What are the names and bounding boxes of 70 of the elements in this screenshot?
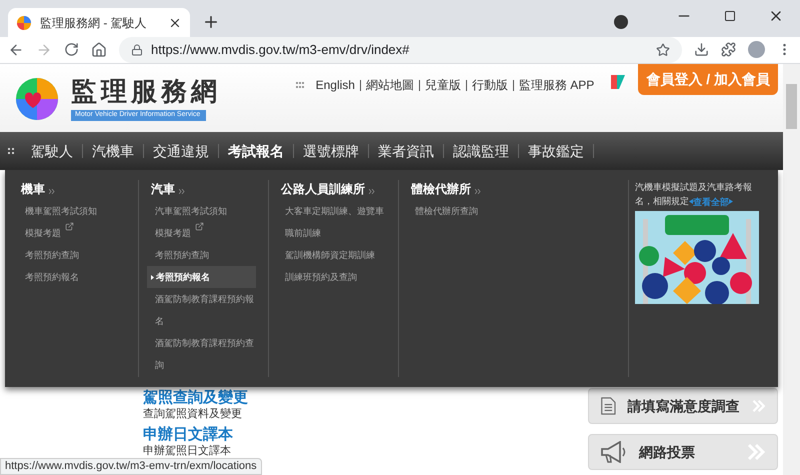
reload-icon[interactable] [64,42,79,57]
chevron-icon [151,275,154,280]
dots-icon [8,148,14,154]
menu-link[interactable]: 駕訓機構師資定期訓練 [281,244,386,266]
menu-link[interactable]: 考照預約報名 [21,266,126,288]
maximize-icon[interactable] [724,10,736,22]
nav-item[interactable]: 認識監理 [444,140,518,162]
new-tab-icon[interactable] [202,13,220,31]
nav-item[interactable]: 選號標牌 [294,140,368,162]
dots-icon [296,82,304,88]
extensions-icon[interactable] [721,42,736,57]
menu-link[interactable]: 考照預約報名 [147,266,256,288]
site-logo-icon [16,14,32,30]
top-link[interactable]: 行動版 [472,76,508,94]
logo-title: 監理服務網 [71,76,221,108]
menu-link[interactable]: 考照預約查詢 [21,244,126,266]
bookmark-icon[interactable] [656,42,670,56]
top-link[interactable]: 監理服務 APP [518,76,594,94]
right-triangle-icon [729,199,733,204]
menu-link[interactable]: 酒駕防制教育課程預約查詢 [151,332,256,376]
side-link-button[interactable]: 請填寫滿意度調查 [588,388,778,424]
nav-item[interactable]: 交通違規 [144,140,218,162]
left-triangle-icon [689,199,693,204]
megaphone-icon [601,441,627,463]
top-link[interactable]: English [316,76,355,94]
double-chevron-icon [475,189,481,194]
tab-title: 監理服務網 - 駕駛人 [40,14,148,32]
double-chevron-icon [179,189,185,194]
content-description: 查詢駕照資料及變更 [143,407,242,421]
external-link-icon [195,222,204,231]
menu-link[interactable]: 訓練班預約及查詢 [281,266,386,288]
scrollbar[interactable] [783,64,800,475]
nav-item[interactable]: 汽機車 [83,140,143,162]
content-heading[interactable]: 申辦日文譯本 [143,425,233,444]
side-link-button[interactable]: 網路投票 [588,434,778,470]
external-link-icon [65,222,74,231]
menu-link[interactable]: 模擬考題 [21,222,126,244]
menu-column-title[interactable]: 公路人員訓練所 [281,180,365,198]
double-chevron-icon [49,189,55,194]
content-description: 申辦駕照日文譯本 [143,444,231,458]
top-link[interactable]: 兒童版 [424,76,461,94]
menu-link[interactable]: 大客車定期訓練、遊覽車職前訓練 [281,200,386,244]
double-chevron-icon [752,397,765,415]
app-logo-icon[interactable] [610,74,626,90]
nav-item[interactable]: 事故鑑定 [519,140,593,162]
menu-link[interactable]: 酒駕防制教育課程預約報名 [151,288,256,332]
menu-link[interactable]: 機車駕照考試須知 [21,200,126,222]
menu-link[interactable]: 考照預約查詢 [151,244,256,266]
site-logo-icon [15,77,59,121]
status-bar: https://www.mvdis.gov.tw/m3-emv-trn/exm/locations [0,458,262,475]
menu-column-title[interactable]: 汽車 [151,180,175,198]
menu-column-title[interactable]: 體檢代辦所 [411,180,471,198]
nav-item[interactable]: 駕駛人 [22,140,82,162]
address-field[interactable]: https://www.mvdis.gov.tw/m3-emv/drv/index# [119,36,682,62]
double-chevron-icon [369,189,375,194]
nav-item[interactable]: 業者資訊 [369,140,443,162]
promo-text: 汽機車模擬試題及汽車路考報名，相關規定 查看全部 [635,181,753,208]
back-icon[interactable] [8,42,24,58]
top-link[interactable]: 網站地圖 [366,76,414,94]
home-icon[interactable] [91,42,107,58]
menu-link[interactable]: 汽車駕照考試須知 [151,200,256,222]
download-icon[interactable] [694,42,709,57]
lock-icon [131,44,143,56]
menu-link[interactable]: 模擬考題 [151,222,256,244]
menu-column-title[interactable]: 機車 [21,180,45,198]
menu-link[interactable]: 體檢代辦所查詢 [411,200,610,222]
browser-tab[interactable]: 監理服務網 - 駕駛人 [8,8,190,37]
content-heading[interactable]: 駕照查詢及變更 [143,388,248,407]
double-chevron-icon [747,443,765,461]
nav-item[interactable]: 考試報名 [219,140,293,162]
